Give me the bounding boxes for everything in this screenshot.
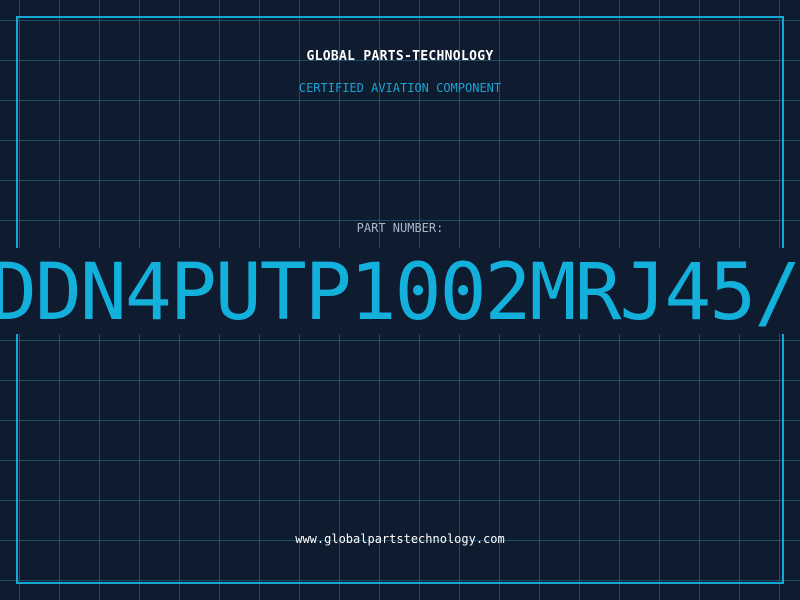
part-number-label: PART NUMBER: (356, 221, 444, 235)
website-url[interactable]: www.globalpartstechnology.com (0, 531, 800, 547)
part-number-band: DDN4PUTP1002MRJ45/R (0, 248, 800, 334)
certificate-page: GLOBAL PARTS-TECHNOLOGY CERTIFIED AVIATI… (0, 0, 800, 600)
company-name: GLOBAL PARTS-TECHNOLOGY (306, 49, 494, 64)
part-number-value: DDN4PUTP1002MRJ45/R (0, 248, 800, 334)
certification-subtitle: CERTIFIED AVIATION COMPONENT (298, 81, 502, 95)
